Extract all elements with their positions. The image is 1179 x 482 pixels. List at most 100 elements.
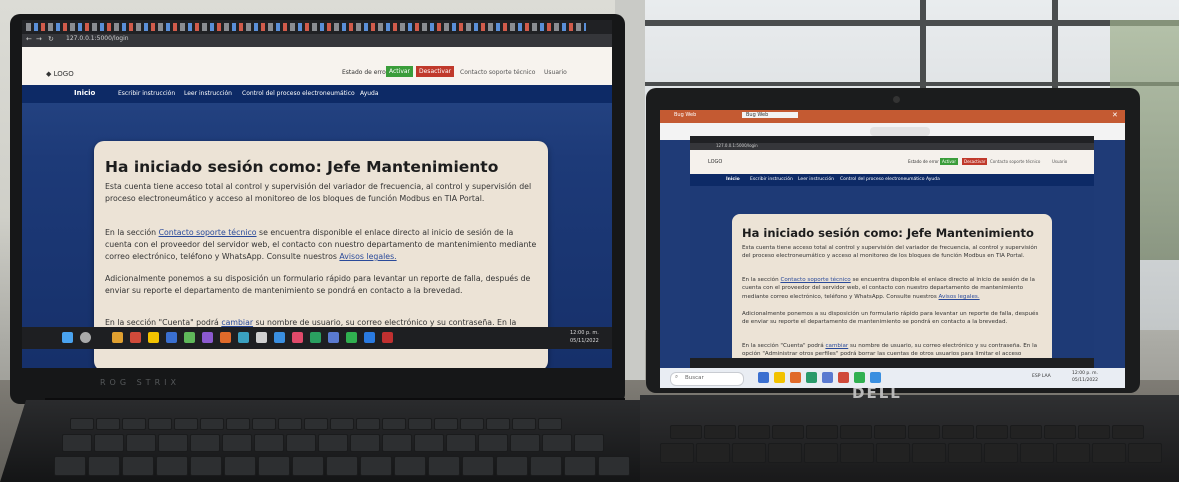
window-frame <box>640 20 1179 26</box>
windows-start-icon[interactable] <box>62 332 73 343</box>
inner-p2-text-a: En la sección <box>742 277 781 283</box>
taskbar-app-icon[interactable] <box>328 332 339 343</box>
inner-menu-item-leer[interactable]: Leer instrucción <box>798 177 834 182</box>
p4-text-a: En la sección "Cuenta" podrá <box>105 318 222 327</box>
taskbar-app-icon[interactable] <box>790 372 801 383</box>
card-paragraph-3: Adicionalmente ponemos a su disposición … <box>105 274 531 295</box>
inner-contact-link[interactable]: Contacto soporte técnico <box>990 159 1040 164</box>
logo-text: LOGO <box>53 70 74 78</box>
inner-legal-notice-link[interactable]: Avisos legales. <box>939 294 980 300</box>
taskbar-app-icon[interactable] <box>238 332 249 343</box>
support-contact-link[interactable]: Contacto soporte técnico <box>159 228 257 237</box>
menu-item-escribir[interactable]: Escribir instrucción <box>118 90 175 97</box>
main-menu: Inicio Escribir instrucción Leer instruc… <box>22 85 612 103</box>
taskbar-app-icon[interactable] <box>806 372 817 383</box>
inner-main-menu: Inicio Escribir instrucción Leer instruc… <box>690 174 1094 186</box>
taskbar-app-icon[interactable] <box>870 372 881 383</box>
taskbar-app-icon[interactable] <box>202 332 213 343</box>
taskbar-app-icon[interactable] <box>256 332 267 343</box>
edge-address-bar[interactable] <box>870 127 930 136</box>
menu-item-ayuda[interactable]: Ayuda <box>360 90 379 97</box>
account-link[interactable]: Usuario <box>544 69 567 76</box>
language-indicator[interactable]: ESP LAA <box>1032 374 1051 379</box>
laptop-1-brand: ROG STRIX <box>100 378 180 387</box>
inner-menu-item-ayuda[interactable]: Ayuda <box>926 177 940 182</box>
address-bar[interactable]: ← → ↻ 127.0.0.1:5000/login <box>22 34 612 47</box>
edge-tab-1[interactable]: Bug Web <box>674 112 696 118</box>
taskbar-app-icon[interactable] <box>274 332 285 343</box>
laptop-1-taskbar: 12:00 p. m. 05/11/2022 <box>22 327 612 349</box>
laptop-2-keyboard-deck <box>640 395 1179 482</box>
taskbar-app-icon[interactable] <box>184 332 195 343</box>
status-label: Estado de error <box>342 69 389 76</box>
laptop-2-taskbar: ⌕ Buscar ESP LAA 12:00 p. m. 05/11/2022 <box>660 368 1125 388</box>
activate-button[interactable]: Activar <box>386 66 414 77</box>
forward-icon[interactable]: → <box>36 35 42 43</box>
menu-item-leer[interactable]: Leer instrucción <box>184 90 232 97</box>
contact-link[interactable]: Contacto soporte técnico <box>460 69 535 76</box>
inner-activate-button[interactable]: Activar <box>940 158 959 165</box>
inner-change-link[interactable]: cambiar <box>825 343 848 349</box>
inner-url-text: 127.0.0.1:5000/login <box>716 143 758 148</box>
window-frame <box>920 0 926 90</box>
taskbar-app-icon[interactable] <box>148 332 159 343</box>
taskbar-app-icon[interactable] <box>130 332 141 343</box>
taskbar-app-icon[interactable] <box>346 332 357 343</box>
inner-menu-item-inicio[interactable]: Inicio <box>726 177 740 182</box>
reload-icon[interactable]: ↻ <box>48 35 54 43</box>
card-title: Ha iniciado sesión como: Jefe Mantenimie… <box>105 158 499 176</box>
taskbar-app-icon[interactable] <box>292 332 303 343</box>
taskbar-app-icon[interactable] <box>774 372 785 383</box>
search-icon: ⌕ <box>675 374 679 380</box>
inner-welcome-card: Ha iniciado sesión como: Jefe Mantenimie… <box>732 214 1052 374</box>
taskbar-app-icon[interactable] <box>822 372 833 383</box>
taskbar-app-icon[interactable] <box>364 332 375 343</box>
taskbar-app-icon[interactable] <box>854 372 865 383</box>
menu-item-control[interactable]: Control del proceso electroneumático <box>242 90 355 97</box>
taskbar-app-icon[interactable] <box>382 332 393 343</box>
inner-logo[interactable]: LOGO <box>708 159 722 165</box>
card-paragraph-2: En la sección Contacto soporte técnico s… <box>105 227 537 263</box>
url-text[interactable]: 127.0.0.1:5000/login <box>66 35 129 42</box>
card-paragraph-1: Esta cuenta tiene acceso total al contro… <box>105 182 532 203</box>
legal-notice-link[interactable]: Avisos legales. <box>339 252 396 261</box>
taskbar-clock-time[interactable]: 12:00 p. m. <box>570 330 599 336</box>
tab-favicons[interactable] <box>26 23 586 31</box>
inner-menu-item-control[interactable]: Control del proceso electroneumático <box>840 177 925 182</box>
taskbar-app-icon[interactable] <box>220 332 231 343</box>
clock-date[interactable]: 05/11/2022 <box>1072 378 1098 383</box>
inner-p4-text-a: En la sección "Cuenta" podrá <box>742 343 826 349</box>
close-icon[interactable]: ✕ <box>1112 111 1118 119</box>
taskbar-app-icon[interactable] <box>758 372 769 383</box>
taskbar-clock-date[interactable]: 05/11/2022 <box>570 338 599 344</box>
search-placeholder: Buscar <box>685 375 704 381</box>
browser-tab-strip[interactable] <box>22 20 612 34</box>
inner-card-title: Ha iniciado sesión como: Jefe Mantenimie… <box>742 226 1034 240</box>
taskbar-app-icon[interactable] <box>112 332 123 343</box>
inner-card-paragraph-2: En la sección Contacto soporte técnico s… <box>742 276 1044 301</box>
search-icon[interactable] <box>80 332 91 343</box>
inner-menu-item-escribir[interactable]: Escribir instrucción <box>750 177 793 182</box>
p2-text-a: En la sección <box>105 228 159 237</box>
taskbar-app-icon[interactable] <box>166 332 177 343</box>
edge-tab-2[interactable]: Bug Web <box>742 112 799 118</box>
inner-address-bar[interactable]: 127.0.0.1:5000/login <box>690 143 1094 150</box>
window-frame <box>640 82 1179 86</box>
remote-desktop-window: 127.0.0.1:5000/login LOGO Estado de erro… <box>690 136 1094 374</box>
menu-item-inicio[interactable]: Inicio <box>74 89 95 97</box>
taskbar-app-icon[interactable] <box>310 332 321 343</box>
inner-deactivate-button[interactable]: Desactivar <box>962 158 988 165</box>
change-link[interactable]: cambiar <box>221 318 253 327</box>
taskbar-search-input[interactable]: ⌕ Buscar <box>670 372 744 386</box>
top-navbar <box>22 47 612 85</box>
inner-top-navbar: LOGO Estado de error Activar Desactivar … <box>690 150 1094 174</box>
inner-card-paragraph-3: Adicionalmente ponemos a su disposición … <box>742 311 1039 326</box>
inner-account-link[interactable]: Usuario <box>1052 159 1067 164</box>
taskbar-app-icon[interactable] <box>838 372 849 383</box>
logo[interactable]: ◆ LOGO <box>46 70 74 78</box>
webcam-icon <box>893 96 900 103</box>
deactivate-button[interactable]: Desactivar <box>416 66 455 77</box>
back-icon[interactable]: ← <box>26 35 32 43</box>
inner-support-contact-link[interactable]: Contacto soporte técnico <box>780 277 850 283</box>
clock-time[interactable]: 12:00 p. m. <box>1072 371 1098 376</box>
